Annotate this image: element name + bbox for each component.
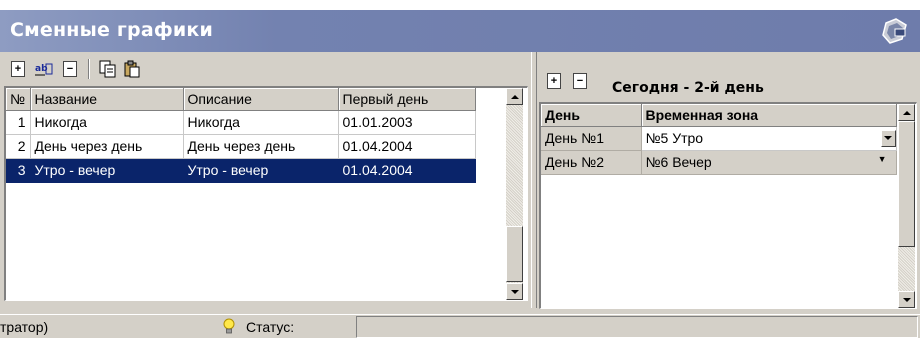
status-user-text: тратор) — [0, 319, 49, 335]
scroll-up-button[interactable] — [898, 104, 915, 121]
cell-first-day[interactable]: 01.04.2004 — [338, 158, 476, 183]
new-document-icon: + — [547, 73, 561, 89]
status-value-field — [356, 316, 918, 338]
scroll-thumb[interactable] — [898, 121, 915, 247]
cell-description[interactable]: Утро - вечер — [183, 158, 339, 183]
chevron-up-icon — [510, 94, 519, 99]
cell-num: 3 — [6, 158, 31, 183]
column-header-day[interactable]: День — [541, 104, 642, 127]
days-grid: День Временная зона День №1 №5 Утро День… — [539, 102, 917, 309]
time-zone-value: №5 Утро — [645, 129, 704, 146]
table-row[interactable]: 2 День через день День через день 01.04.… — [6, 134, 476, 159]
new-document-icon: + — [11, 61, 25, 77]
cell-description[interactable]: Никогда — [183, 110, 339, 135]
cell-day: День №1 — [541, 126, 642, 151]
chevron-down-icon — [902, 297, 911, 302]
add-day-button[interactable]: + — [544, 71, 564, 91]
schedules-grid: № Название Описание Первый день 1 Никогд… — [4, 86, 528, 301]
window-title: Сменные графики — [10, 19, 214, 41]
cell-name[interactable]: Никогда — [30, 110, 184, 135]
status-label-panel: Статус: — [222, 317, 352, 337]
toolbox-icon — [882, 18, 907, 44]
cell-time-zone[interactable]: №5 Утро — [641, 126, 897, 151]
schedules-scrollbar[interactable] — [506, 88, 523, 300]
table-row[interactable]: День №1 №5 Утро — [541, 126, 897, 151]
column-header-num[interactable]: № — [6, 88, 31, 111]
today-label: Сегодня - 2-й день — [612, 80, 764, 96]
cell-num: 1 — [6, 110, 31, 135]
delete-record-button[interactable]: − — [60, 59, 80, 79]
rename-button[interactable]: ab — [34, 59, 54, 79]
chevron-down-icon — [884, 136, 892, 140]
scroll-down-button[interactable] — [898, 291, 915, 308]
chevron-down-icon — [510, 289, 519, 294]
cell-description[interactable]: День через день — [183, 134, 339, 159]
scroll-up-button[interactable] — [506, 88, 523, 105]
table-header-row: День Временная зона — [541, 104, 897, 127]
left-toolbar: + ab − — [4, 54, 524, 84]
delete-day-button[interactable]: − — [570, 71, 590, 91]
time-zone-value: №6 Вечер — [645, 154, 712, 170]
cell-day: День №2 — [541, 150, 642, 175]
time-zone-dropdown-button[interactable] — [880, 129, 895, 147]
schedules-table: № Название Описание Первый день 1 Никогд… — [6, 88, 476, 183]
panel-splitter[interactable] — [531, 52, 537, 308]
dropdown-indicator-icon: ▼ — [877, 154, 887, 164]
column-header-first-day[interactable]: Первый день — [338, 88, 476, 111]
lightbulb-icon — [223, 318, 235, 334]
table-row[interactable]: День №2 №6 Вечер ▼ — [541, 150, 897, 175]
paste-icon — [124, 60, 140, 78]
cell-first-day[interactable]: 01.01.2003 — [338, 110, 476, 135]
column-header-time-zone[interactable]: Временная зона — [641, 104, 897, 127]
cell-name[interactable]: День через день — [30, 134, 184, 159]
cell-time-zone[interactable]: №6 Вечер ▼ — [641, 150, 897, 175]
days-table: День Временная зона День №1 №5 Утро День… — [541, 104, 897, 175]
title-bar: Сменные графики — [0, 10, 920, 52]
column-header-name[interactable]: Название — [30, 88, 184, 111]
status-label: Статус: — [246, 319, 295, 335]
scroll-down-button[interactable] — [506, 283, 523, 300]
ab-rename-icon: ab — [35, 63, 53, 76]
scroll-thumb[interactable] — [506, 226, 523, 282]
cell-num: 2 — [6, 134, 31, 159]
delete-document-icon: − — [63, 61, 77, 77]
copy-icon — [99, 60, 116, 78]
delete-document-icon: − — [573, 73, 587, 89]
cell-name[interactable]: Утро - вечер — [30, 158, 184, 183]
toolbar-separator — [88, 59, 90, 79]
table-header-row: № Название Описание Первый день — [6, 88, 476, 111]
add-record-button[interactable]: + — [8, 59, 28, 79]
copy-button[interactable] — [98, 59, 118, 79]
paste-button[interactable] — [122, 59, 142, 79]
column-header-description[interactable]: Описание — [183, 88, 339, 111]
days-scrollbar[interactable] — [898, 104, 915, 308]
table-row[interactable]: 1 Никогда Никогда 01.01.2003 — [6, 110, 476, 135]
chevron-up-icon — [902, 110, 911, 115]
status-bar: тратор) Статус: — [0, 314, 920, 338]
cell-first-day[interactable]: 01.04.2004 — [338, 134, 476, 159]
table-row-selected[interactable]: 3 Утро - вечер Утро - вечер 01.04.2004 — [6, 158, 476, 183]
shift-schedules-window: Сменные графики + ab − № Название Описан… — [0, 10, 920, 338]
